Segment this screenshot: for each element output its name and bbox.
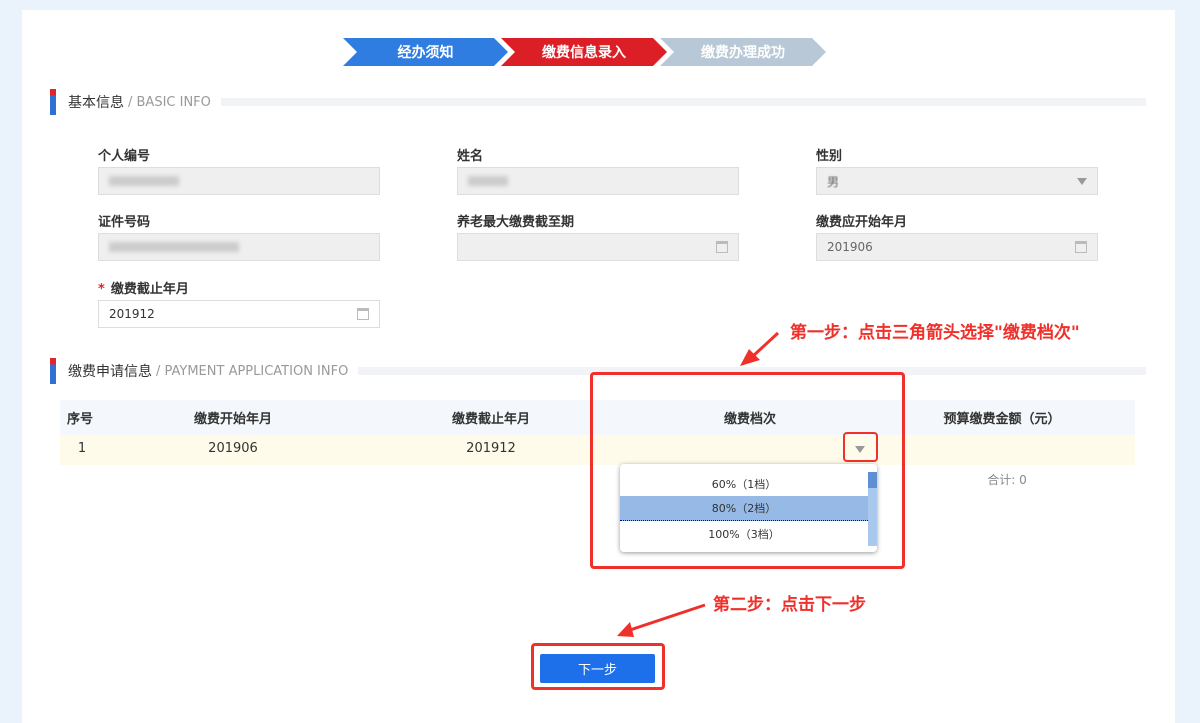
next-step-button[interactable]: 下一步: [540, 654, 655, 683]
annotation-arrows: [617, 331, 780, 637]
